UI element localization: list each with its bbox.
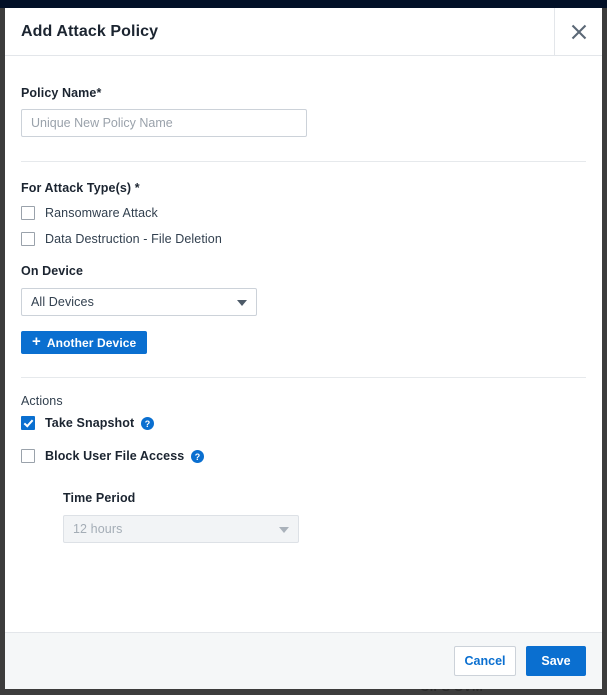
dialog-header: Add Attack Policy — [5, 8, 602, 56]
checkbox-block-user-file-access[interactable]: Block User File Access ? — [21, 449, 586, 463]
checkbox-take-snapshot[interactable]: Take Snapshot ? — [21, 416, 586, 430]
policy-name-input[interactable] — [21, 109, 307, 137]
checkbox-label: Take Snapshot — [45, 416, 134, 430]
svg-text:?: ? — [145, 418, 150, 428]
svg-text:?: ? — [195, 451, 200, 461]
checkbox-ransomware-attack[interactable]: Ransomware Attack — [21, 206, 586, 220]
chevron-down-icon — [237, 300, 247, 306]
on-device-select[interactable]: All Devices — [21, 288, 257, 316]
another-device-button[interactable]: + Another Device — [21, 331, 147, 354]
checkbox-box — [21, 206, 35, 220]
time-period-select[interactable]: 12 hours — [63, 515, 299, 543]
plus-icon: + — [32, 334, 41, 349]
actions-label: Actions — [21, 394, 586, 408]
another-device-button-label: Another Device — [47, 336, 136, 350]
checkbox-label: Ransomware Attack — [45, 206, 158, 220]
dialog-title: Add Attack Policy — [5, 8, 554, 55]
close-icon — [569, 22, 589, 42]
time-period-select-value: 12 hours — [73, 522, 122, 536]
checkbox-label: Data Destruction - File Deletion — [45, 232, 222, 246]
close-button[interactable] — [554, 8, 602, 55]
on-device-select-value: All Devices — [31, 295, 94, 309]
add-attack-policy-dialog: Add Attack Policy Policy Name* For Attac… — [5, 8, 602, 689]
chevron-down-icon — [279, 527, 289, 533]
checkbox-box — [21, 449, 35, 463]
help-circle-icon[interactable]: ? — [141, 417, 154, 430]
save-button[interactable]: Save — [526, 646, 586, 676]
attack-types-label: For Attack Type(s) * — [21, 181, 586, 195]
checkbox-box — [21, 416, 35, 430]
app-top-bar — [0, 0, 607, 8]
dialog-body: Policy Name* For Attack Type(s) * Ransom… — [5, 56, 602, 632]
policy-name-label: Policy Name* — [21, 86, 586, 100]
on-device-label: On Device — [21, 264, 586, 278]
help-circle-icon[interactable]: ? — [191, 450, 204, 463]
checkbox-label: Block User File Access — [45, 449, 184, 463]
time-period-label: Time Period — [63, 491, 586, 505]
cancel-button[interactable]: Cancel — [454, 646, 516, 676]
dialog-footer: Cancel Save — [5, 632, 602, 689]
checkbox-data-destruction-file-deletion[interactable]: Data Destruction - File Deletion — [21, 232, 586, 246]
checkbox-box — [21, 232, 35, 246]
